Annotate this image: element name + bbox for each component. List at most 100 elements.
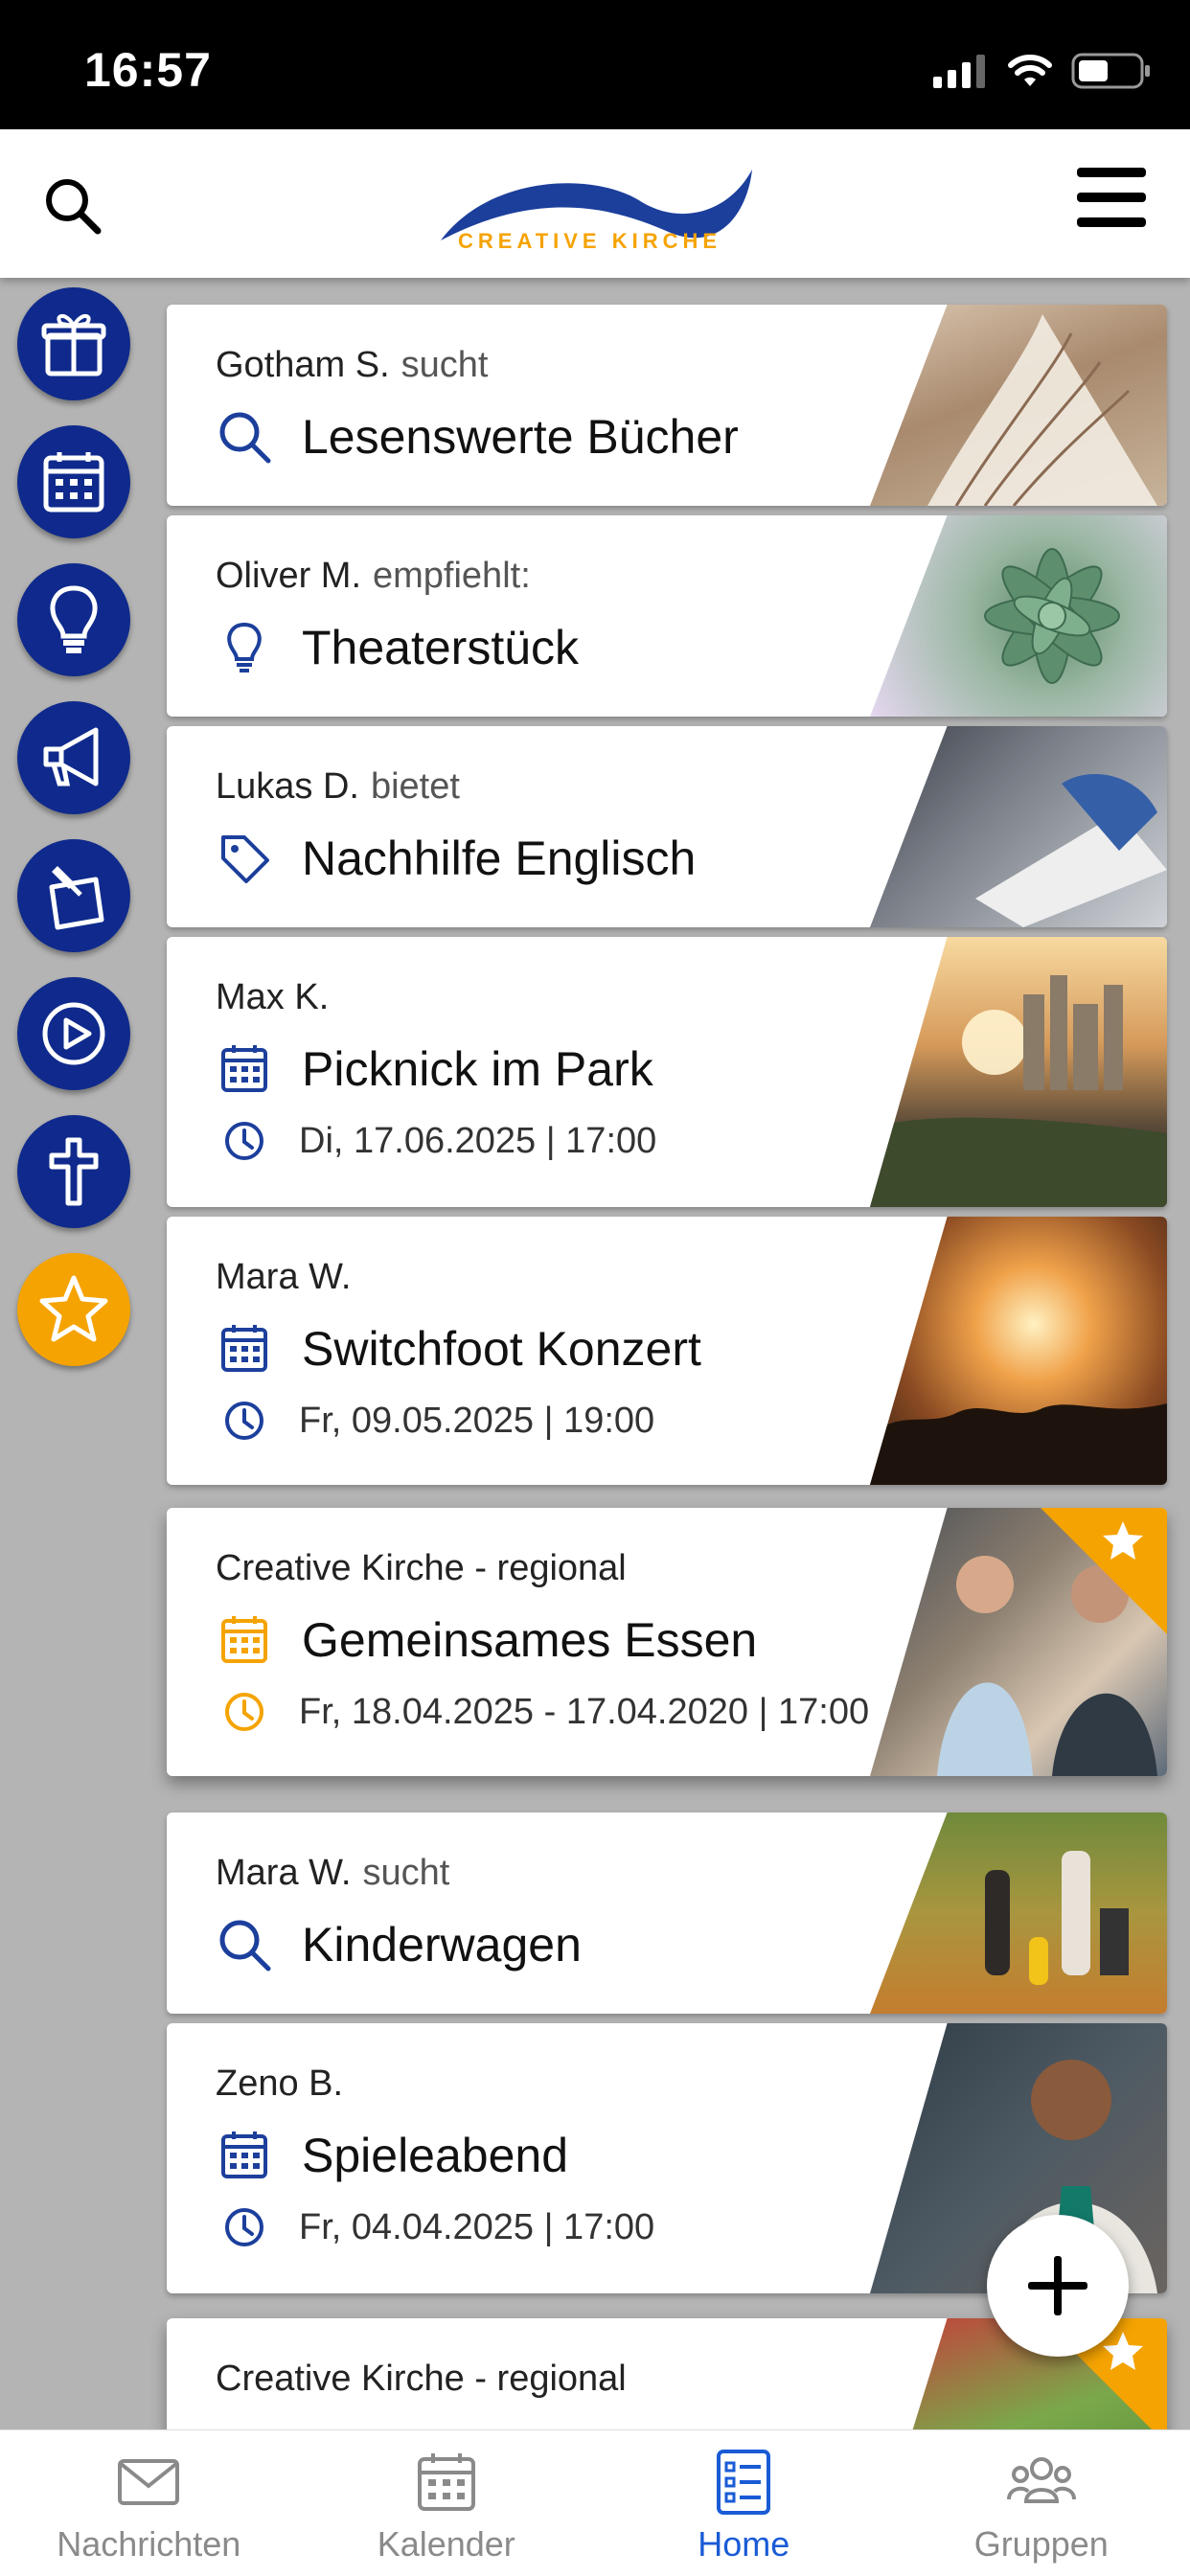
- card-title-row: Gemeinsames Essen: [216, 1611, 757, 1669]
- play-icon: [36, 996, 111, 1071]
- card-photo-study: [870, 726, 1167, 927]
- card-author-line: Oliver M. empfiehlt:: [216, 556, 531, 597]
- card-date: Fr, 04.04.2025 | 17:00: [299, 2207, 654, 2248]
- featured-star-badge[interactable]: [1041, 1508, 1167, 1634]
- card-verb: sucht: [401, 345, 489, 385]
- announce-category-button[interactable]: [17, 701, 130, 814]
- megaphone-icon: [36, 720, 111, 795]
- plus-icon: [1024, 2252, 1091, 2319]
- card-author: Creative Kirche - regional: [216, 2359, 627, 2399]
- logo-text: CREATIVE KIRCHE: [458, 229, 721, 254]
- card-title-row: Kinderwagen: [216, 1916, 582, 1973]
- card-title-row: Nachhilfe Englisch: [216, 830, 696, 887]
- tab-nachrichten[interactable]: Nachrichten: [0, 2430, 298, 2576]
- tab-home[interactable]: Home: [595, 2430, 893, 2576]
- card-author-line: Creative Kirche - regional: [216, 1548, 627, 1589]
- card-title: Spieleabend: [302, 2128, 568, 2183]
- calendar-icon: [216, 1320, 273, 1378]
- card-title-row: Lesenswerte Bücher: [216, 408, 739, 466]
- clock-icon: [222, 2205, 266, 2249]
- card-date-row: Fr, 04.04.2025 | 17:00: [222, 2205, 654, 2249]
- card-date-row: Fr, 09.05.2025 | 19:00: [222, 1399, 654, 1443]
- feed-card[interactable]: Mara W. sucht Kinderwagen: [167, 1812, 1167, 2014]
- card-title: Nachhilfe Englisch: [302, 831, 696, 886]
- card-photo-concert: [870, 1217, 1167, 1485]
- card-author-line: Mara W.: [216, 1257, 351, 1298]
- family-walk-illustration: [870, 1812, 1167, 2014]
- envelope-icon: [114, 2448, 183, 2517]
- tag-icon: [216, 830, 273, 887]
- card-date-row: Fr, 18.04.2025 - 17.04.2020 | 17:00: [222, 1690, 869, 1734]
- add-post-button[interactable]: [987, 2215, 1129, 2357]
- card-author-line: Gotham S.sucht: [216, 345, 488, 386]
- status-time: 16:57: [84, 42, 212, 98]
- card-verb: bietet: [371, 766, 460, 807]
- card-author-line: Max K.: [216, 977, 329, 1018]
- faith-category-button[interactable]: [17, 1115, 130, 1228]
- calendar-category-button[interactable]: [17, 425, 130, 538]
- card-date-row: Di, 17.06.2025 | 17:00: [222, 1119, 656, 1163]
- feed-card[interactable]: Lukas D.bietet Nachhilfe Englisch: [167, 726, 1167, 927]
- feed-card[interactable]: Mara W. Switchfoot Konzert Fr, 09.05.202…: [167, 1217, 1167, 1485]
- idea-category-button[interactable]: [17, 563, 130, 676]
- calendar-icon: [412, 2448, 481, 2517]
- calendar-icon: [216, 1611, 273, 1669]
- notebook-illustration: [870, 726, 1167, 927]
- card-title: Lesenswerte Bücher: [302, 409, 739, 465]
- card-date: Fr, 18.04.2025 - 17.04.2020 | 17:00: [299, 1692, 869, 1733]
- card-author: Oliver M.: [216, 556, 361, 596]
- card-date: Di, 17.06.2025 | 17:00: [299, 1121, 656, 1162]
- card-photo-picnic: [870, 937, 1167, 1207]
- video-category-button[interactable]: [17, 977, 130, 1090]
- pin-category-button[interactable]: [17, 839, 130, 952]
- card-author-line: Lukas D.bietet: [216, 766, 460, 808]
- succulent-illustration: [870, 515, 1167, 717]
- category-rail: [17, 287, 134, 1391]
- favorites-category-button[interactable]: [17, 1253, 130, 1366]
- tab-label: Gruppen: [893, 2524, 1190, 2565]
- feed-card[interactable]: Max K. Picknick im Park Di, 17.06.2025 |…: [167, 937, 1167, 1207]
- pinned-note-icon: [36, 858, 111, 933]
- feed-card[interactable]: Gotham S.sucht Lesenswerte Bücher: [167, 305, 1167, 506]
- tab-label: Nachrichten: [0, 2524, 298, 2565]
- signal-icon: [931, 54, 989, 88]
- tab-gruppen[interactable]: Gruppen: [893, 2430, 1190, 2576]
- lightbulb-icon: [216, 619, 273, 676]
- card-title: Kinderwagen: [302, 1917, 582, 1972]
- card-author: Max K.: [216, 977, 329, 1017]
- card-author: Mara W.: [216, 1853, 351, 1893]
- group-icon: [1007, 2448, 1076, 2517]
- card-title-row: Picknick im Park: [216, 1040, 653, 1098]
- clock-icon: [222, 1119, 266, 1163]
- cross-icon: [36, 1134, 111, 1209]
- card-author: Creative Kirche - regional: [216, 1548, 627, 1588]
- feed-card-featured[interactable]: Creative Kirche - regional Gemeinsames E…: [167, 1508, 1167, 1776]
- skyline-illustration: [870, 937, 1167, 1207]
- gift-category-button[interactable]: [17, 287, 130, 400]
- list-icon: [709, 2448, 778, 2517]
- card-author: Mara W.: [216, 1257, 351, 1297]
- card-photo-succulent: [870, 515, 1167, 717]
- tab-label: Home: [595, 2524, 893, 2565]
- lightbulb-icon: [36, 582, 111, 657]
- crowd-illustration: [870, 1217, 1167, 1485]
- card-author-line: Zeno B.: [216, 2063, 343, 2105]
- feed-card[interactable]: Oliver M. empfiehlt: Theaterstück: [167, 515, 1167, 717]
- card-date: Fr, 09.05.2025 | 19:00: [299, 1401, 654, 1442]
- card-title: Switchfoot Konzert: [302, 1321, 701, 1377]
- card-verb: empfiehlt:: [373, 556, 531, 596]
- card-title-row: Theaterstück: [216, 619, 579, 676]
- calendar-icon: [36, 445, 111, 519]
- card-verb: sucht: [362, 1853, 449, 1893]
- star-icon: [36, 1272, 111, 1347]
- card-author-line: Creative Kirche - regional: [216, 2359, 627, 2400]
- search-icon: [216, 1916, 273, 1973]
- card-author-line: Mara W. sucht: [216, 1853, 449, 1894]
- card-title: Gemeinsames Essen: [302, 1612, 757, 1668]
- status-icons: [931, 52, 1152, 90]
- status-bar: 16:57: [0, 0, 1190, 129]
- search-icon[interactable]: [42, 175, 103, 237]
- search-icon: [216, 408, 273, 466]
- hamburger-menu-icon[interactable]: [1077, 166, 1146, 229]
- tab-kalender[interactable]: Kalender: [298, 2430, 596, 2576]
